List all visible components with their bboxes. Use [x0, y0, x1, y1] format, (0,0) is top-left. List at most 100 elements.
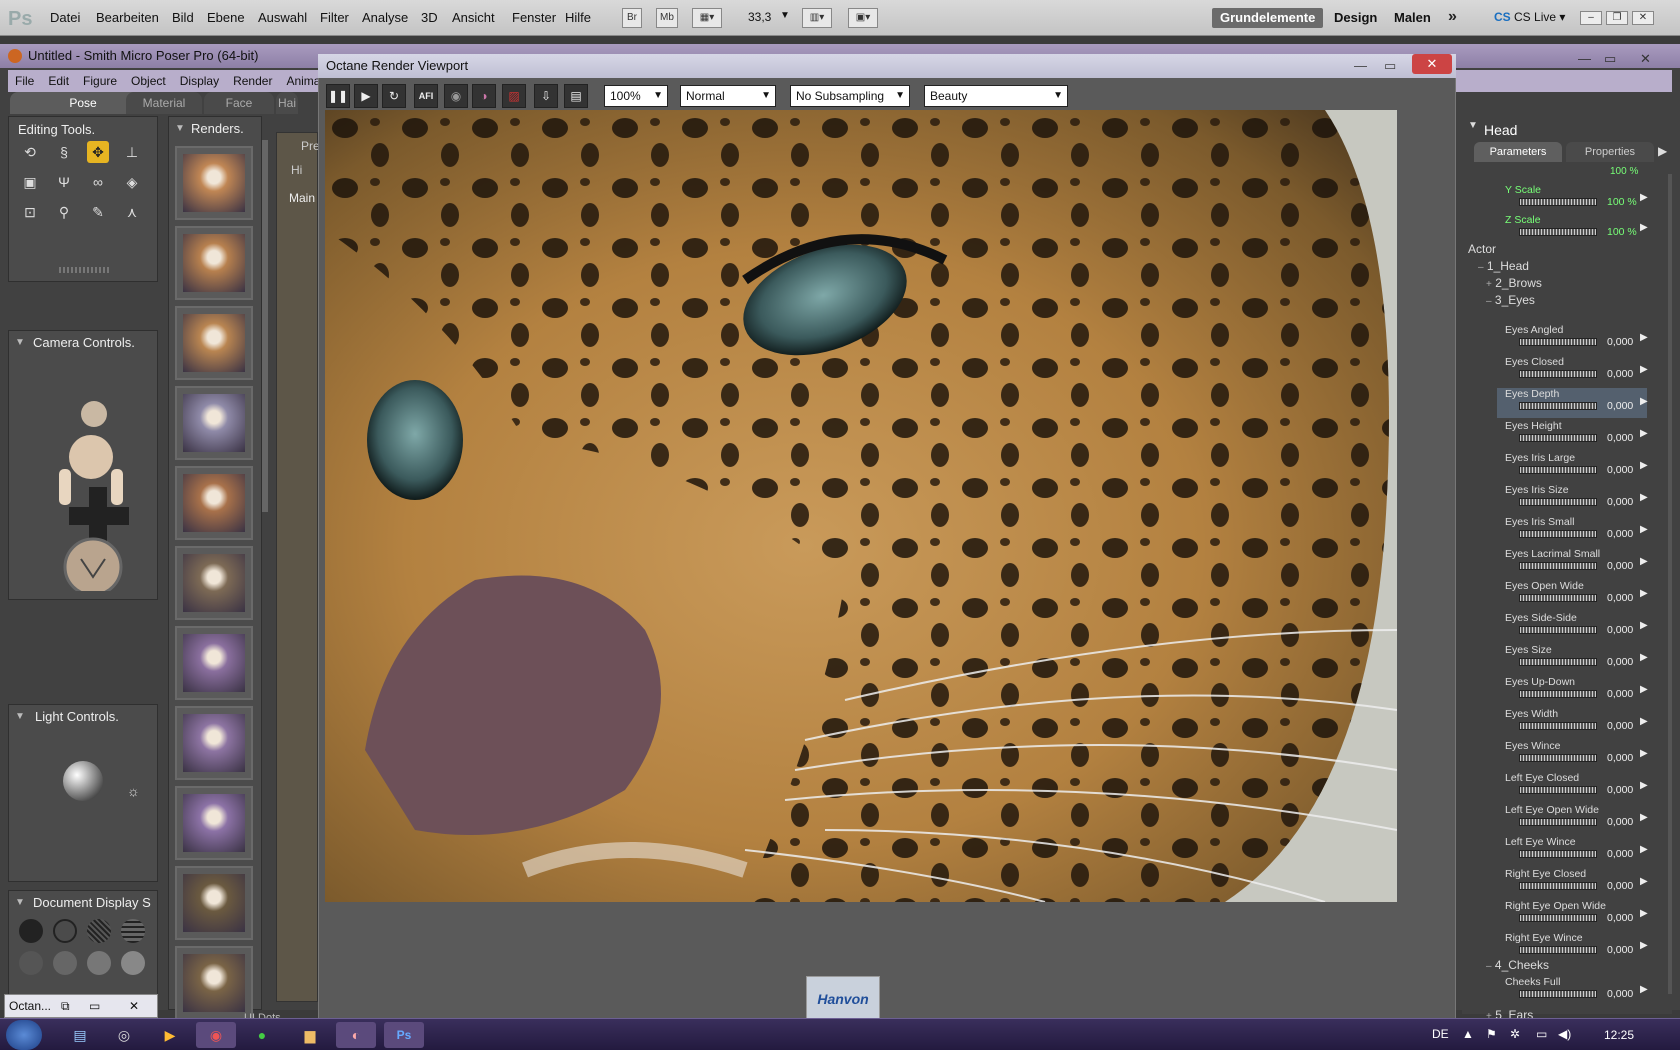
poser-restore-icon[interactable]: ▭: [1604, 47, 1616, 71]
render-thumbnail[interactable]: [175, 706, 253, 780]
parameter-dial[interactable]: Eyes Open Wide 0,000 ▶: [1497, 580, 1648, 610]
poser-menu-file[interactable]: File: [8, 70, 41, 88]
parameter-slider[interactable]: [1519, 658, 1597, 666]
parameter-slider[interactable]: [1519, 850, 1597, 858]
parameter-slider[interactable]: [1519, 690, 1597, 698]
rotate-tool-icon[interactable]: ⟲: [19, 141, 41, 163]
parameter-menu-arrow-icon[interactable]: ▶: [1640, 364, 1648, 375]
clock[interactable]: 12:25: [1604, 1028, 1634, 1042]
parameter-dial[interactable]: Cheeks Full 0,000 ▶: [1497, 976, 1648, 1006]
ps-menu-datei[interactable]: Datei: [50, 10, 80, 25]
parameter-dial[interactable]: Right Eye Open Wide 0,000 ▶: [1497, 900, 1648, 930]
parameter-menu-arrow-icon[interactable]: ▶: [1640, 812, 1648, 823]
afi-button[interactable]: AFI: [414, 84, 438, 108]
tab-parameters[interactable]: Parameters: [1474, 142, 1562, 162]
parameter-menu-arrow-icon[interactable]: ▶: [1640, 684, 1648, 695]
render-thumbnail[interactable]: [175, 946, 253, 1020]
render-thumbnail[interactable]: [175, 546, 253, 620]
expand-toggle-icon[interactable]: +: [1486, 279, 1492, 290]
parameter-value[interactable]: 0,000: [1607, 880, 1633, 892]
media-player-taskbar-icon[interactable]: ▶: [150, 1022, 190, 1048]
restart-icon[interactable]: ↻: [382, 84, 406, 108]
morph-brush-icon[interactable]: ✎: [87, 201, 109, 223]
parameter-dial[interactable]: Eyes Side-Side 0,000 ▶: [1497, 612, 1648, 642]
poser-menu-edit[interactable]: Edit: [41, 70, 76, 88]
parameter-dial[interactable]: Eyes Size 0,000 ▶: [1497, 644, 1648, 674]
parameter-menu-arrow-icon[interactable]: ▶: [1640, 556, 1648, 567]
parameter-slider[interactable]: [1519, 338, 1597, 346]
flat-lined-icon[interactable]: [87, 951, 111, 975]
poser-menu-object[interactable]: Object: [124, 70, 173, 88]
subsampling-dropdown[interactable]: No Subsampling ▼: [790, 85, 910, 107]
parameter-slider[interactable]: [1519, 466, 1597, 474]
parameter-dial[interactable]: Eyes Up-Down 0,000 ▶: [1497, 676, 1648, 706]
chevron-down-icon[interactable]: ▼: [780, 10, 790, 21]
parameter-menu-arrow-icon[interactable]: ▶: [1640, 748, 1648, 759]
wireframe-style-icon[interactable]: [87, 919, 111, 943]
collapse-triangle-icon[interactable]: ▼: [15, 897, 25, 908]
parameter-menu-arrow-icon[interactable]: ▶: [1640, 620, 1648, 631]
translate-in-out-icon[interactable]: ⊥: [121, 141, 143, 163]
ps-menu-hilfe[interactable]: Hilfe: [565, 10, 591, 25]
bridge-button[interactable]: Br: [622, 8, 642, 28]
pause-icon[interactable]: ❚❚: [326, 84, 350, 108]
ps-menu-filter[interactable]: Filter: [320, 10, 349, 25]
actor-tree-node[interactable]: – 3_Eyes: [1486, 293, 1535, 307]
network-icon[interactable]: ✲: [1510, 1027, 1520, 1041]
render-thumbnail[interactable]: [175, 386, 253, 460]
flat-shaded-icon[interactable]: [53, 951, 77, 975]
parameter-dial[interactable]: Eyes Angled 0,000 ▶: [1497, 324, 1648, 354]
parameter-slider[interactable]: [1519, 914, 1597, 922]
ps-menu-3d[interactable]: 3D: [421, 10, 438, 25]
focus-picker-icon[interactable]: ◉: [444, 84, 468, 108]
expand-toggle-icon[interactable]: –: [1486, 296, 1492, 307]
parameter-dial[interactable]: Eyes Iris Large 0,000 ▶: [1497, 452, 1648, 482]
language-indicator[interactable]: DE: [1432, 1027, 1449, 1041]
parameter-value[interactable]: 0,000: [1607, 400, 1633, 412]
octane-restore-icon[interactable]: ▭: [1384, 54, 1396, 78]
start-button-icon[interactable]: [6, 1020, 42, 1050]
parameter-dial[interactable]: Right Eye Closed 0,000 ▶: [1497, 868, 1648, 898]
chrome-taskbar-icon[interactable]: ●: [242, 1022, 282, 1048]
collapse-triangle-icon[interactable]: ▼: [175, 123, 185, 134]
save-image-icon[interactable]: ⇩: [534, 84, 558, 108]
chain-break-icon[interactable]: ∞: [87, 171, 109, 193]
play-icon[interactable]: ▶: [354, 84, 378, 108]
outline-style-icon[interactable]: [53, 919, 77, 943]
scale-tool-icon[interactable]: ▣: [19, 171, 41, 193]
taper-tool-icon[interactable]: Ψ: [53, 171, 75, 193]
parameter-slider[interactable]: [1519, 946, 1597, 954]
poser-close-icon[interactable]: ✕: [1640, 47, 1651, 71]
parameter-menu-arrow-icon[interactable]: ▶: [1640, 984, 1648, 995]
octane-minimize-icon[interactable]: —: [1354, 54, 1367, 78]
actor-tree-node[interactable]: Actor: [1468, 242, 1496, 256]
render-thumbnail[interactable]: [175, 226, 253, 300]
direct-manipulation-icon[interactable]: ⋏: [121, 201, 143, 223]
close-icon[interactable]: ✕: [129, 995, 139, 1017]
parameter-value[interactable]: 0,000: [1607, 784, 1633, 796]
tab-face[interactable]: Face: [204, 92, 274, 114]
parameter-value[interactable]: 0,000: [1607, 912, 1633, 924]
parameter-value[interactable]: 0,000: [1607, 624, 1633, 636]
minibridge-button[interactable]: Mb: [656, 8, 678, 28]
parameter-slider[interactable]: [1519, 434, 1597, 442]
parameter-slider[interactable]: [1519, 818, 1597, 826]
parameter-menu-arrow-icon[interactable]: ▶: [1640, 222, 1648, 233]
parameter-slider[interactable]: [1519, 402, 1597, 410]
octane-close-icon[interactable]: ✕: [1412, 54, 1452, 74]
parameter-value[interactable]: 0,000: [1607, 464, 1633, 476]
battery-icon[interactable]: ▭: [1536, 1027, 1547, 1041]
ps-menu-fenster[interactable]: Fenster: [512, 10, 556, 25]
lit-wireframe-icon[interactable]: [19, 951, 43, 975]
parameter-dial[interactable]: Z Scale 100 % ▶: [1497, 214, 1648, 244]
parameter-value[interactable]: 0,000: [1607, 432, 1633, 444]
collapse-triangle-icon[interactable]: ▼: [1468, 120, 1478, 131]
parameter-value[interactable]: 0,000: [1607, 496, 1633, 508]
preview-tab[interactable]: Pre: [301, 139, 320, 153]
parameter-slider[interactable]: [1519, 990, 1597, 998]
tab-material[interactable]: Material: [126, 92, 202, 114]
render-thumbnail[interactable]: [175, 786, 253, 860]
parameter-dial[interactable]: Eyes Lacrimal Small 0,000 ▶: [1497, 548, 1648, 578]
ps-menu-analyse[interactable]: Analyse: [362, 10, 408, 25]
render-thumbnail[interactable]: [175, 306, 253, 380]
